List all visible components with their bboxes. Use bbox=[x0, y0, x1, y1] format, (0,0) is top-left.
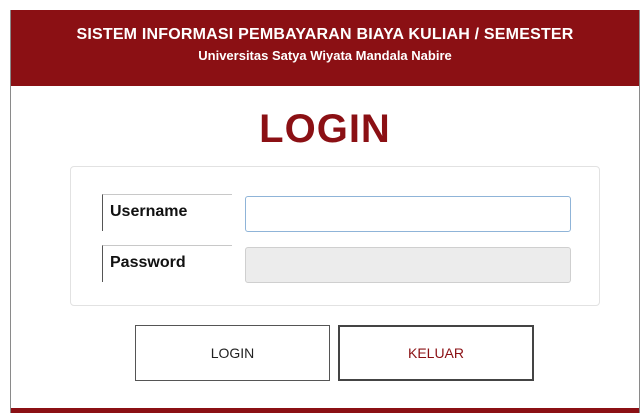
page-title: LOGIN bbox=[259, 107, 391, 151]
password-label: Password bbox=[102, 245, 232, 282]
login-form-panel: Username Password bbox=[70, 166, 600, 306]
footer-bar bbox=[11, 408, 639, 413]
app-title: SISTEM INFORMASI PEMBAYARAN BIAYA KULIAH… bbox=[76, 26, 574, 43]
login-button[interactable]: LOGIN bbox=[135, 325, 330, 381]
app-frame: SISTEM INFORMASI PEMBAYARAN BIAYA KULIAH… bbox=[10, 10, 640, 413]
password-input[interactable] bbox=[245, 247, 571, 283]
university-name: Universitas Satya Wiyata Mandala Nabire bbox=[198, 48, 452, 63]
header-banner: SISTEM INFORMASI PEMBAYARAN BIAYA KULIAH… bbox=[11, 10, 639, 86]
exit-button[interactable]: KELUAR bbox=[338, 325, 534, 381]
username-input[interactable] bbox=[245, 196, 571, 232]
username-label: Username bbox=[102, 194, 232, 231]
